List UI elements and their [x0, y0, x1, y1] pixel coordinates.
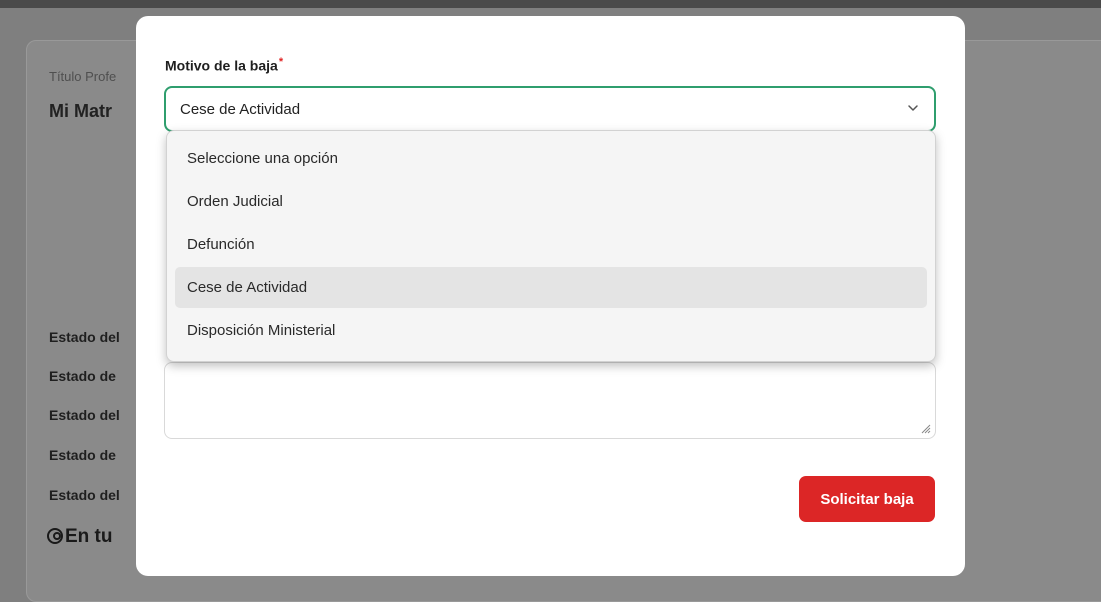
- dropdown-option-selected[interactable]: Cese de Actividad: [175, 267, 927, 308]
- resize-grip-icon[interactable]: [919, 422, 931, 434]
- status-line: Estado del: [49, 329, 120, 345]
- registration-title: Mi Matr: [49, 101, 112, 121]
- required-marker: *: [278, 56, 284, 68]
- reason-dropdown-list: Seleccione una opción Orden Judicial Def…: [166, 130, 936, 362]
- status-line: Estado del: [49, 407, 120, 423]
- section-heading-text: En tu: [65, 526, 113, 547]
- professional-title-label: Título Profe: [49, 69, 117, 84]
- chevron-down-icon: [908, 105, 918, 111]
- section-heading: En tu: [47, 526, 113, 548]
- dropdown-option[interactable]: Orden Judicial: [175, 181, 927, 222]
- status-line: Estado de: [49, 447, 116, 463]
- status-line: Estado del: [49, 487, 120, 503]
- reason-label-text: Motivo de la baja: [165, 57, 278, 74]
- reason-select-value: Cese de Actividad: [180, 101, 301, 118]
- reason-select[interactable]: Cese de Actividad: [164, 86, 936, 132]
- dropdown-option[interactable]: Defunción: [175, 224, 927, 265]
- user-circle-icon: [47, 528, 63, 544]
- dropdown-option[interactable]: Disposición Ministerial: [175, 310, 927, 351]
- reason-field-label: Motivo de la baja*: [165, 56, 283, 74]
- status-line: Estado de: [49, 368, 116, 384]
- top-bar: [0, 0, 1101, 8]
- details-textarea[interactable]: [164, 362, 936, 439]
- request-cancellation-button[interactable]: Solicitar baja: [799, 476, 935, 522]
- dropdown-option[interactable]: Seleccione una opción: [175, 138, 927, 179]
